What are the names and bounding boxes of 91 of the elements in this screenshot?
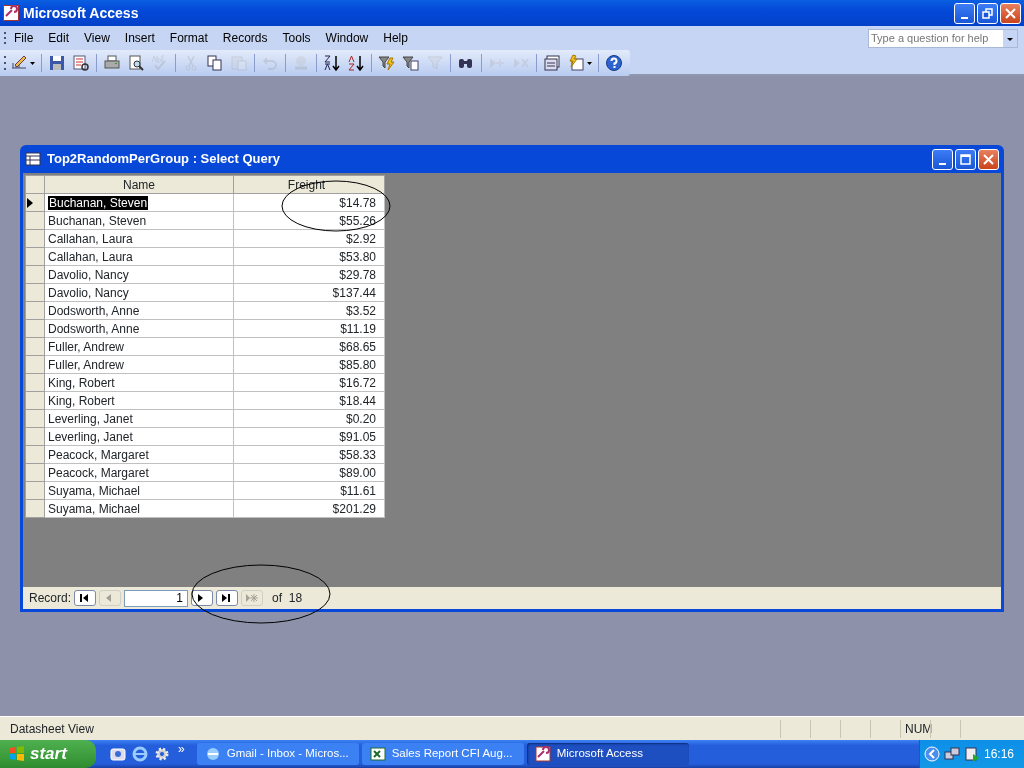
menu-item[interactable]: Insert [117,29,163,47]
name-cell: Suyama, Michael [44,481,234,500]
grip-icon [4,32,7,44]
freight-cell: $91.05 [233,427,385,446]
current-record-icon [26,198,34,209]
freight-cell: $85.80 [233,355,385,374]
restore-icon [982,7,993,19]
query-window-title: Top2RandomPerGroup : Select Query [47,150,282,169]
media-icon[interactable] [963,746,980,762]
close-button[interactable] [1000,2,1021,24]
close-icon [1005,7,1016,19]
freight-cell: $3.52 [233,301,385,320]
minimize-button[interactable] [954,2,975,24]
freight-cell: $18.44 [233,391,385,410]
freight-cell: $137.44 [233,283,385,302]
minimize-icon [961,16,968,19]
freight-cell: $0.20 [233,409,385,428]
name-cell: Buchanan, Steven [44,193,234,212]
name-cell: Buchanan, Steven [44,211,234,230]
quick-launch-chevron[interactable]: » [176,740,197,758]
name-cell: Callahan, Laura [44,229,234,248]
dropdown-icon[interactable] [1003,29,1017,47]
freight-cell: $11.19 [233,319,385,338]
close-icon [983,153,994,165]
freight-cell: $53.80 [233,247,385,266]
menu-item[interactable]: Format [162,29,216,47]
menu-item[interactable]: View [77,29,118,47]
name-cell: Dodsworth, Anne [44,319,234,338]
datasheet-icon [25,152,41,166]
freight-cell: $14.78 [233,193,385,212]
column-header[interactable]: Name [44,175,234,194]
help-question-field[interactable]: Type a question for help [868,28,1018,48]
menu-item[interactable]: Tools [275,29,319,47]
network-icon[interactable] [943,746,960,762]
name-cell: Peacock, Margaret [44,463,234,482]
freight-cell: $89.00 [233,463,385,482]
freight-cell: $68.65 [233,337,385,356]
key-app-icon [534,746,551,762]
freight-cell: $29.78 [233,265,385,284]
window-title: Microsoft Access [23,3,140,23]
caret-icon [587,61,592,65]
grip-icon [4,56,7,70]
menu-item[interactable]: Records [215,29,276,47]
gear-icon[interactable] [154,746,170,762]
name-cell: Leverling, Janet [44,409,234,428]
maximize-icon [960,153,971,165]
minimize-icon [939,162,946,165]
record-count: of 18 [272,590,303,607]
menu-item[interactable]: Help [376,29,416,47]
name-cell: Fuller, Andrew [44,337,234,356]
collapse-tray-icon[interactable] [923,746,940,762]
taskbar-window-button[interactable]: Microsoft Access [526,743,689,765]
clock: 16:16 [983,746,1014,763]
name-cell: Fuller, Andrew [44,355,234,374]
minimize-button[interactable] [932,148,953,170]
windows-flag-icon [8,745,26,763]
freight-cell: $55.26 [233,211,385,230]
name-cell: Suyama, Michael [44,499,234,518]
first-record-button[interactable] [74,590,97,606]
status-text: Datasheet View [9,720,95,738]
desktop-shortcut-icon[interactable] [110,746,126,762]
freight-cell: $11.61 [233,481,385,500]
key-app-icon [3,5,19,21]
restore-button[interactable] [977,2,998,24]
name-cell: Davolio, Nancy [44,265,234,284]
name-cell: Davolio, Nancy [44,283,234,302]
close-button[interactable] [978,148,999,170]
next-record-button[interactable] [191,590,214,606]
last-record-button[interactable] [216,590,239,606]
record-label: Record: [29,590,72,607]
maximize-button[interactable] [955,148,976,170]
name-cell: Peacock, Margaret [44,445,234,464]
column-header-corner [25,175,45,194]
name-cell: Dodsworth, Anne [44,301,234,320]
taskbar-window-button[interactable]: Sales Report CFI Aug... [361,743,524,765]
name-cell: Callahan, Laura [44,247,234,266]
taskbar-window-button[interactable]: Gmail - Inbox - Micros... [196,743,359,765]
freight-cell: $58.33 [233,445,385,464]
name-cell: King, Robert [44,373,234,392]
menu-item[interactable]: Window [318,29,377,47]
spreadsheet-icon [369,746,386,762]
freight-cell: $201.29 [233,499,385,518]
name-cell: King, Robert [44,391,234,410]
menu-item[interactable]: Edit [41,29,78,47]
new-record-icon [246,593,259,603]
menu-item[interactable]: File [7,29,42,47]
record-number-field[interactable]: 1 [124,589,189,607]
caret-icon [30,61,35,65]
freight-cell: $16.72 [233,373,385,392]
freight-cell: $2.92 [233,229,385,248]
name-cell: Leverling, Janet [44,427,234,446]
